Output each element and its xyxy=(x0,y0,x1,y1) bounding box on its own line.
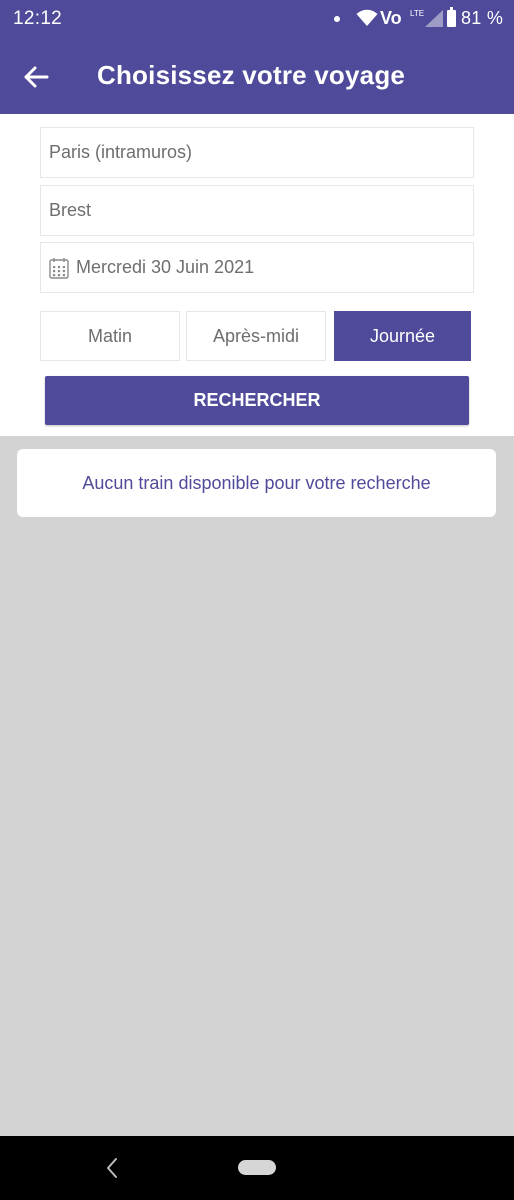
screen: 12:12 Vo LTE 81 % Choisissez votre voyag… xyxy=(0,0,514,1200)
segment-journee[interactable]: Journée xyxy=(334,311,471,361)
origin-field[interactable]: Paris (intramuros) xyxy=(40,127,474,178)
signal-icon xyxy=(425,10,443,32)
nav-home-pill-icon[interactable] xyxy=(238,1160,276,1175)
arrow-left-icon xyxy=(24,66,49,88)
nav-back-icon[interactable] xyxy=(103,1156,121,1185)
calendar-icon xyxy=(49,257,69,279)
page-title: Choisissez votre voyage xyxy=(97,60,406,90)
notification-dot-icon xyxy=(334,16,340,22)
volte-icon: Vo xyxy=(380,8,402,28)
date-field[interactable]: Mercredi 30 Juin 2021 xyxy=(40,242,474,293)
system-nav-bar xyxy=(0,1136,514,1200)
battery-percent: 81 % xyxy=(461,8,504,28)
status-time: 12:12 xyxy=(13,8,63,29)
status-bar: 12:12 Vo LTE 81 % xyxy=(0,0,514,40)
search-form: Paris (intramuros) Brest Mercredi 30 Jui… xyxy=(0,114,514,436)
back-button[interactable] xyxy=(20,60,54,94)
segment-matin[interactable]: Matin xyxy=(40,311,180,361)
search-button[interactable]: RECHERCHER xyxy=(45,376,469,425)
app-bar: Choisissez votre voyage xyxy=(0,40,514,114)
battery-icon xyxy=(447,7,456,27)
wifi-icon xyxy=(356,9,378,32)
destination-field[interactable]: Brest xyxy=(40,185,474,236)
empty-results-message: Aucun train disponible pour votre recher… xyxy=(17,449,496,517)
segment-apres-midi[interactable]: Après-midi xyxy=(186,311,326,361)
date-value: Mercredi 30 Juin 2021 xyxy=(76,257,255,277)
lte-icon: LTE xyxy=(410,9,425,18)
